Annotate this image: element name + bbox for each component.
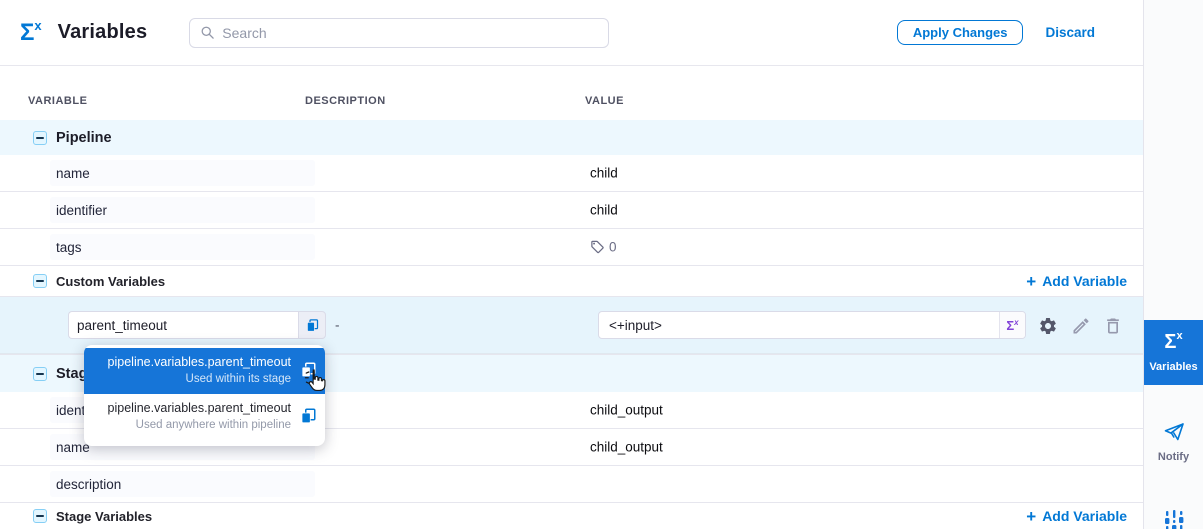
- plus-icon: +: [1026, 508, 1036, 525]
- search-icon: [200, 25, 215, 40]
- table-column-headers: VARIABLE DESCRIPTION VALUE: [0, 66, 1143, 120]
- variable-value-input[interactable]: [598, 311, 1026, 339]
- search-box[interactable]: [189, 18, 609, 48]
- variable-scope: Used within its stage: [90, 373, 291, 385]
- collapse-icon[interactable]: [33, 367, 47, 381]
- variable-path: pipeline.variables.parent_timeout: [90, 401, 291, 415]
- table-row: tags 0: [0, 229, 1143, 266]
- sidebar-item-notify[interactable]: Notify: [1144, 420, 1203, 463]
- dropdown-item-stage-scope[interactable]: pipeline.variables.parent_timeout Used w…: [84, 348, 325, 394]
- variable-path: pipeline.variables.parent_timeout: [90, 355, 291, 369]
- column-header-variable: VARIABLE: [28, 95, 305, 107]
- add-variable-button[interactable]: + Add Variable: [1026, 508, 1127, 525]
- variable-scope: Used anywhere within pipeline: [90, 419, 291, 431]
- copy-icon: [299, 407, 317, 425]
- settings-gear-icon[interactable]: [1038, 316, 1058, 336]
- group-label: Stage Variables: [56, 509, 152, 524]
- variable-name-cell: identifier: [50, 197, 315, 223]
- search-input[interactable]: [222, 25, 598, 41]
- expression-type-icon[interactable]: Σx: [999, 312, 1025, 338]
- table-row: identifier child: [0, 192, 1143, 229]
- variable-name-cell: name: [50, 160, 315, 186]
- variable-name-cell: tags: [50, 234, 315, 260]
- sidebar-item-variables[interactable]: Σx Variables: [1144, 320, 1203, 385]
- variables-sigma-icon: Σx: [1164, 332, 1182, 352]
- header: Σx Variables Apply Changes Discard: [0, 0, 1143, 66]
- edit-pencil-icon[interactable]: [1071, 316, 1091, 336]
- group-label: Custom Variables: [56, 274, 165, 289]
- delete-trash-icon[interactable]: [1103, 316, 1123, 336]
- apply-changes-button[interactable]: Apply Changes: [897, 20, 1024, 45]
- right-sidebar: Σx Variables Notify: [1143, 0, 1203, 529]
- variable-reference-dropdown: pipeline.variables.parent_timeout Used w…: [84, 345, 325, 446]
- variables-sigma-logo-icon: Σx: [20, 21, 42, 45]
- sidebar-item-label: Variables: [1149, 361, 1197, 373]
- add-variable-button[interactable]: + Add Variable: [1026, 273, 1127, 290]
- tag-icon: [590, 240, 605, 255]
- variable-name-cell: description: [50, 471, 315, 497]
- variable-description: -: [335, 318, 340, 333]
- copy-icon: [299, 361, 317, 379]
- plus-icon: +: [1026, 273, 1036, 290]
- variable-value: child: [590, 166, 618, 181]
- variable-value: child_output: [590, 440, 663, 455]
- variables-panel: Σx Variables Apply Changes Discard VARIA…: [0, 0, 1143, 529]
- table-row: name child: [0, 155, 1143, 192]
- paper-plane-icon: [1162, 420, 1186, 444]
- variable-value: child: [590, 203, 618, 218]
- collapse-icon[interactable]: [33, 509, 47, 523]
- section-label: Pipeline: [56, 130, 112, 146]
- column-header-description: DESCRIPTION: [305, 95, 585, 107]
- collapse-icon[interactable]: [33, 274, 47, 288]
- dropdown-item-pipeline-scope[interactable]: pipeline.variables.parent_timeout Used a…: [84, 394, 325, 440]
- pipeline-section-header[interactable]: Pipeline: [0, 120, 1143, 155]
- table-row: description: [0, 466, 1143, 503]
- column-header-value: VALUE: [585, 95, 624, 107]
- tags-count: 0: [609, 240, 617, 255]
- variable-name-input[interactable]: [68, 311, 298, 339]
- collapse-icon[interactable]: [33, 131, 47, 145]
- variable-value: child_output: [590, 403, 663, 418]
- stage-variables-header: Stage Variables + Add Variable: [0, 503, 1143, 529]
- page-title: Variables: [58, 21, 148, 44]
- copy-icon: [305, 318, 320, 333]
- sidebar-item-label: Notify: [1158, 451, 1189, 463]
- flow-control-sliders-icon[interactable]: [1162, 510, 1186, 529]
- custom-variables-header: Custom Variables + Add Variable: [0, 266, 1143, 297]
- discard-button[interactable]: Discard: [1045, 25, 1095, 40]
- copy-variable-button[interactable]: [298, 311, 326, 339]
- variable-value: 0: [590, 240, 617, 255]
